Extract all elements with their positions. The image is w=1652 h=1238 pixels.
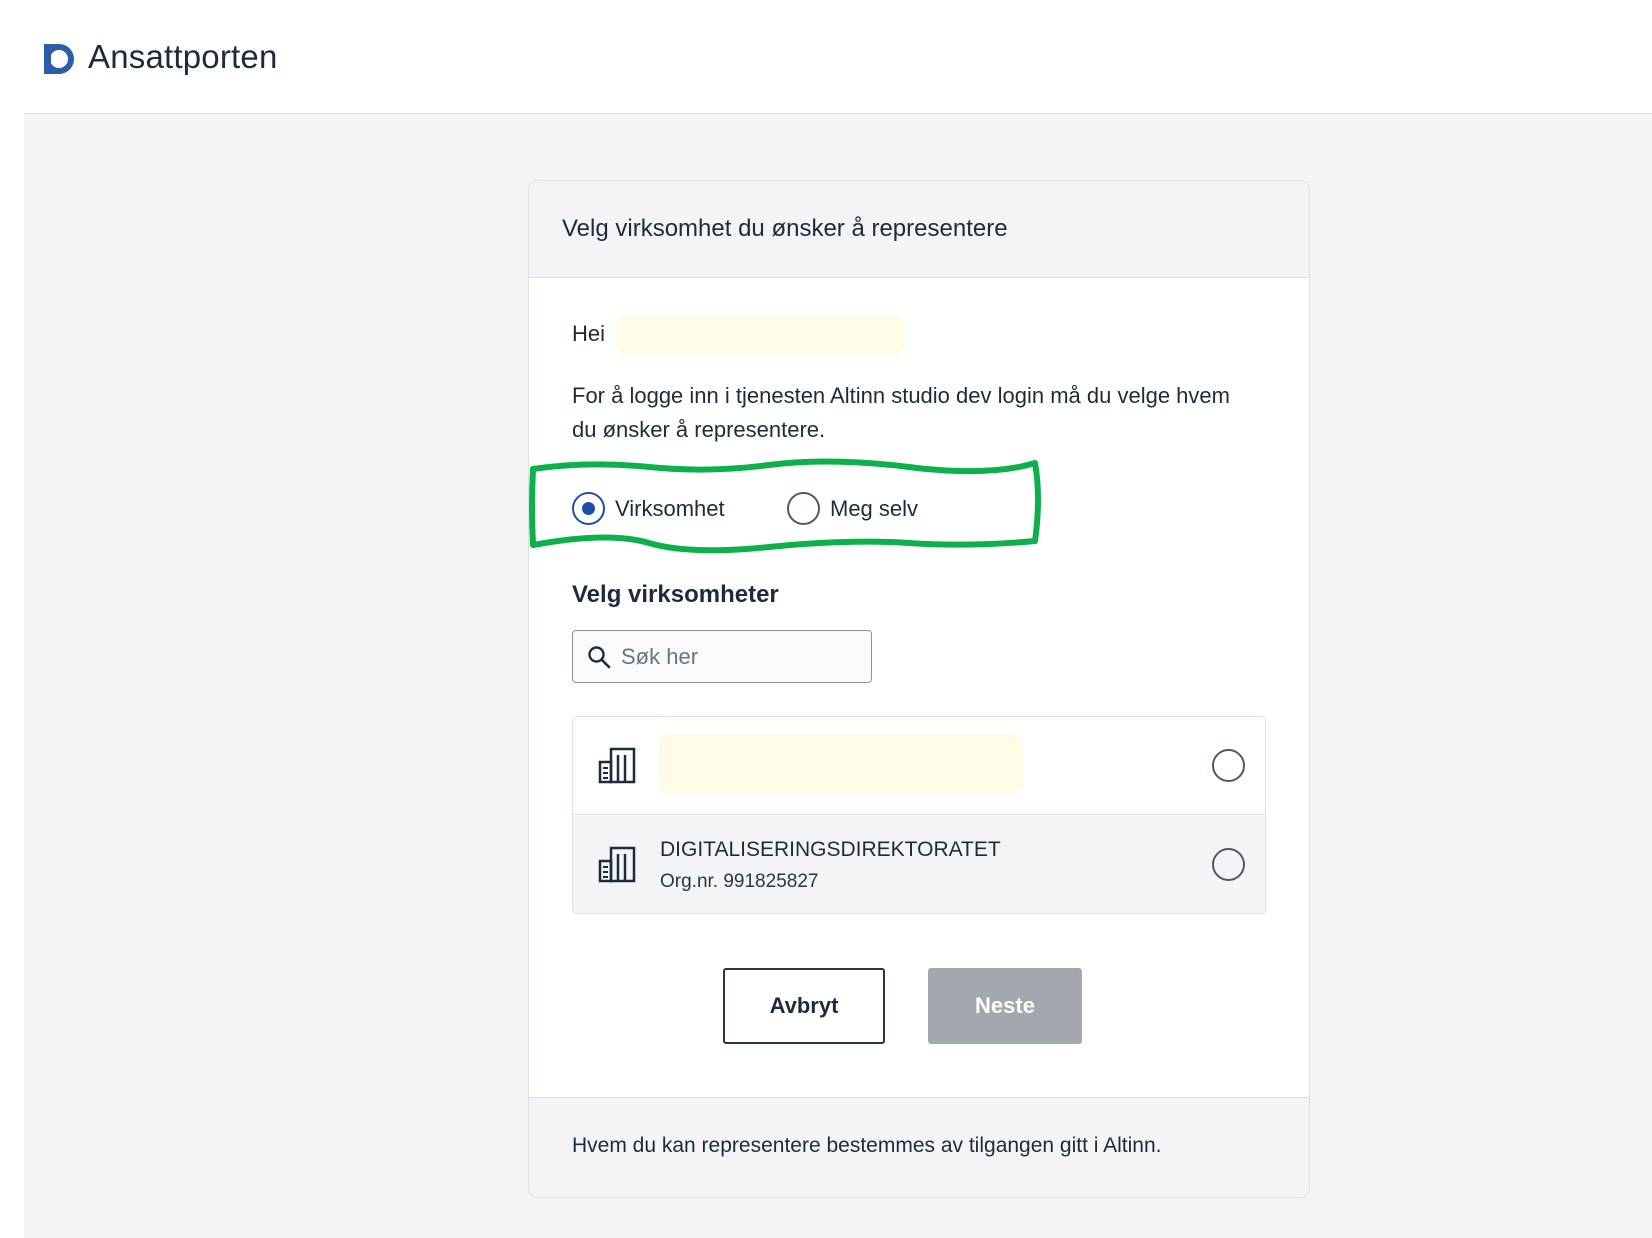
search-input[interactable] (621, 639, 861, 675)
representation-radio-group: Virksomhet Meg selv (529, 457, 1089, 557)
radio-unchecked-icon[interactable] (787, 492, 820, 525)
radio-virksomhet-label: Virksomhet (615, 495, 725, 521)
organization-select-radio[interactable] (1212, 848, 1245, 881)
cancel-button[interactable]: Avbryt (723, 968, 885, 1044)
list-item[interactable]: DIGITALISERINGSDIREKTORATET Org.nr. 9918… (573, 816, 1265, 913)
redacted-organization-name (659, 734, 1023, 794)
intro-text: For å logge inn i tjenesten Altinn studi… (572, 383, 1230, 442)
organization-name: DIGITALISERINGSDIREKTORATET (660, 838, 1001, 861)
organization-number: Org.nr. 991825827 (660, 871, 819, 892)
greeting: Hei (572, 321, 606, 346)
d-logo-icon[interactable] (42, 42, 76, 76)
radio-meg-selv-label: Meg selv (830, 495, 919, 521)
footer-text: Hvem du kan representere bestemmes av ti… (572, 1134, 1162, 1157)
building-icon (598, 846, 636, 883)
main-area: Velg virksomhet du ønsker å representere… (24, 113, 1652, 1238)
representation-card: Velg virksomhet du ønsker å representere… (528, 180, 1310, 1198)
next-button[interactable]: Neste (928, 968, 1082, 1044)
redacted-user-name (616, 315, 904, 355)
card-title: Velg virksomhet du ønsker å representere (562, 215, 1008, 242)
radio-checked-icon[interactable] (572, 492, 605, 525)
list-item[interactable] (573, 717, 1265, 815)
radio-virksomhet[interactable]: Virksomhet (572, 492, 725, 525)
search-field[interactable] (572, 630, 872, 683)
section-title: Velg virksomheter (572, 581, 779, 608)
radio-meg-selv[interactable]: Meg selv (787, 492, 918, 525)
card-header: Velg virksomhet du ønsker å representere (529, 181, 1309, 278)
brand-name: Ansattporten (88, 38, 278, 75)
app-header: Ansattporten (0, 0, 1652, 114)
building-icon (598, 747, 636, 784)
card-footer: Hvem du kan representere bestemmes av ti… (529, 1097, 1309, 1197)
organization-select-radio[interactable] (1212, 749, 1245, 782)
organization-list: DIGITALISERINGSDIREKTORATET Org.nr. 9918… (572, 716, 1266, 914)
search-icon (588, 646, 611, 669)
